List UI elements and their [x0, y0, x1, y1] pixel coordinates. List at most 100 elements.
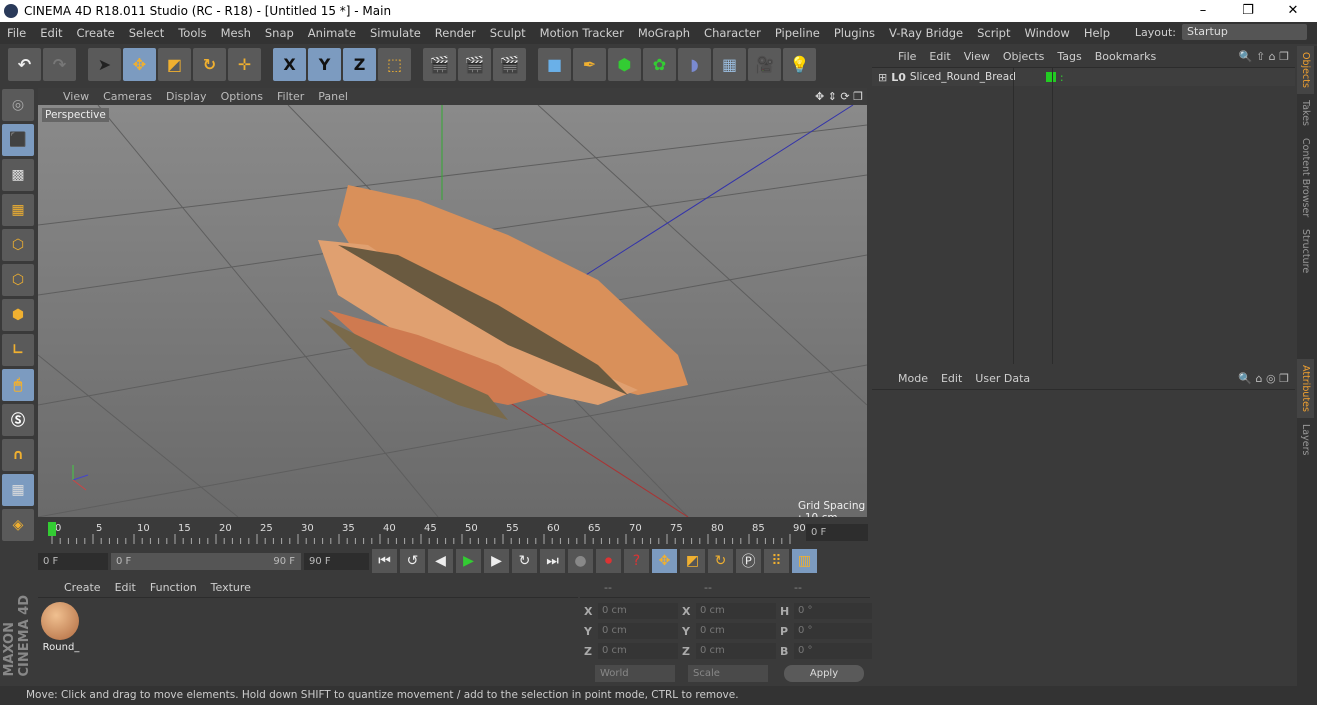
menu-tools[interactable]: Tools	[171, 26, 213, 40]
pos-z-field[interactable]: 0 cm	[598, 643, 678, 659]
light-button[interactable]: 💡	[783, 47, 816, 81]
magnet-button[interactable]: ∩	[2, 439, 34, 471]
rot-h-field[interactable]: 0 °	[794, 603, 874, 619]
timeline-button[interactable]: ▥	[792, 549, 817, 573]
material-menu-function[interactable]: Function	[150, 581, 197, 594]
make-editable-button[interactable]: ◎	[2, 89, 34, 121]
current-frame-field[interactable]: 0 F	[806, 524, 868, 541]
menu-help[interactable]: Help	[1077, 26, 1117, 40]
move-tool-button[interactable]: ✥	[123, 47, 156, 81]
viewport-menu-panel[interactable]: Panel	[318, 90, 348, 103]
material-menu-edit[interactable]: Edit	[115, 581, 136, 594]
menu-edit[interactable]: Edit	[33, 26, 69, 40]
menu-mesh[interactable]: Mesh	[214, 26, 258, 40]
attribute-menu-mode[interactable]: Mode	[898, 372, 928, 385]
key-scale-button[interactable]: ◩	[680, 549, 705, 573]
edges-mode-button[interactable]: ⬡	[2, 264, 34, 296]
attribute-menu-edit[interactable]: Edit	[941, 372, 962, 385]
lock-workplane-button[interactable]: ▦	[2, 474, 34, 506]
material-menu-create[interactable]: Create	[64, 581, 101, 594]
cloner-button[interactable]: ✿	[643, 47, 676, 81]
menu-v-ray-bridge[interactable]: V-Ray Bridge	[882, 26, 970, 40]
z-axis-button[interactable]: Z	[343, 47, 376, 81]
rot-b-field[interactable]: 0 °	[794, 643, 874, 659]
redo-button[interactable]: ↷	[43, 47, 76, 81]
go-to-start-button[interactable]: ⏮	[372, 549, 397, 573]
render-picture-viewer-button[interactable]: 🎬	[458, 47, 491, 81]
layout-selector[interactable]: Layout: Startup	[1135, 24, 1307, 40]
start-frame-field[interactable]: 0 F	[38, 552, 108, 570]
object-row[interactable]: ⊞ L0 Sliced_Round_Bread :	[872, 68, 1295, 86]
menu-window[interactable]: Window	[1017, 26, 1076, 40]
select-tool-button[interactable]: ➤	[88, 47, 121, 81]
end-frame-field[interactable]: 90 F	[304, 552, 369, 570]
menu-sculpt[interactable]: Sculpt	[483, 26, 533, 40]
menu-pipeline[interactable]: Pipeline	[768, 26, 827, 40]
coordinate-system-button[interactable]: ⬚	[378, 47, 411, 81]
record-button[interactable]: ●	[568, 549, 593, 573]
minimize-button[interactable]: –	[1183, 0, 1223, 22]
menu-snap[interactable]: Snap	[258, 26, 301, 40]
next-frame-button[interactable]: ▶	[484, 549, 509, 573]
menu-create[interactable]: Create	[70, 26, 122, 40]
pos-y-field[interactable]: 0 cm	[598, 623, 678, 639]
tab-layers[interactable]: Layers	[1297, 418, 1314, 461]
next-key-button[interactable]: ↻	[512, 549, 537, 573]
menu-render[interactable]: Render	[428, 26, 483, 40]
deformer-button[interactable]: ◗	[678, 47, 711, 81]
previous-frame-button[interactable]: ◀	[428, 549, 453, 573]
object-menu-tags[interactable]: Tags	[1057, 50, 1081, 63]
size-y-field[interactable]: 0 cm	[696, 623, 776, 639]
menu-character[interactable]: Character	[697, 26, 768, 40]
layout-dropdown[interactable]: Startup	[1182, 24, 1307, 40]
viewport-menu-options[interactable]: Options	[221, 90, 263, 103]
planar-workplane-button[interactable]: ◈	[2, 509, 34, 541]
material-menu-texture[interactable]: Texture	[211, 581, 251, 594]
attribute-menu-user-data[interactable]: User Data	[975, 372, 1030, 385]
tab-structure[interactable]: Structure	[1297, 223, 1314, 279]
polygons-mode-button[interactable]: ⬢	[2, 299, 34, 331]
tab-content-browser[interactable]: Content Browser	[1297, 132, 1314, 223]
size-z-field[interactable]: 0 cm	[696, 643, 776, 659]
object-name[interactable]: Sliced_Round_Bread	[910, 71, 1042, 83]
menu-script[interactable]: Script	[970, 26, 1017, 40]
object-menu-edit[interactable]: Edit	[929, 50, 950, 63]
transform-tool-button[interactable]: ✛	[228, 47, 261, 81]
workplane-mode-button[interactable]: ▦	[2, 194, 34, 226]
key-rotation-button[interactable]: ↻	[708, 549, 733, 573]
key-parameter-button[interactable]: Ⓟ	[736, 549, 761, 573]
snap-button[interactable]: Ⓢ	[2, 404, 34, 436]
timeline-ruler[interactable]: 0 5 10 15 20 25 30 35 40 45 50 55 60 65 70 75 80 85 90 0 F	[38, 518, 868, 546]
tab-takes[interactable]: Takes	[1297, 94, 1314, 132]
maximize-button[interactable]: ❐	[1228, 0, 1268, 22]
model-mode-button[interactable]: ⬛	[2, 124, 34, 156]
rotate-tool-button[interactable]: ↻	[193, 47, 226, 81]
points-mode-button[interactable]: ⬡	[2, 229, 34, 261]
object-menu-bookmarks[interactable]: Bookmarks	[1095, 50, 1156, 63]
viewport-menu-filter[interactable]: Filter	[277, 90, 304, 103]
tweak-mode-button[interactable]: 🖱	[2, 369, 34, 401]
key-position-button[interactable]: ✥	[652, 549, 677, 573]
camera-button[interactable]: 🎥	[748, 47, 781, 81]
render-settings-button[interactable]: 🎬	[493, 47, 526, 81]
object-menu-file[interactable]: File	[898, 50, 916, 63]
x-axis-button[interactable]: X	[273, 47, 306, 81]
rot-p-field[interactable]: 0 °	[794, 623, 874, 639]
material-item[interactable]: Round_	[41, 602, 81, 653]
play-button[interactable]: ▶	[456, 549, 481, 573]
texture-mode-button[interactable]: ▩	[2, 159, 34, 191]
menu-plugins[interactable]: Plugins	[827, 26, 882, 40]
cube-object-button[interactable]: ■	[538, 47, 571, 81]
apply-button[interactable]: Apply	[784, 665, 864, 682]
menu-file[interactable]: File	[0, 26, 33, 40]
object-menu-objects[interactable]: Objects	[1003, 50, 1045, 63]
close-button[interactable]: ✕	[1273, 0, 1313, 22]
autokey-button[interactable]: ⏺	[596, 549, 621, 573]
y-axis-button[interactable]: Y	[308, 47, 341, 81]
object-menu-view[interactable]: View	[964, 50, 990, 63]
size-x-field[interactable]: 0 cm	[696, 603, 776, 619]
tab-objects[interactable]: Objects	[1297, 46, 1314, 94]
transform-type-dropdown[interactable]: Scale	[688, 665, 768, 682]
frame-range-slider[interactable]: 0 F 90 F	[111, 552, 301, 570]
viewport-menu-cameras[interactable]: Cameras	[103, 90, 152, 103]
